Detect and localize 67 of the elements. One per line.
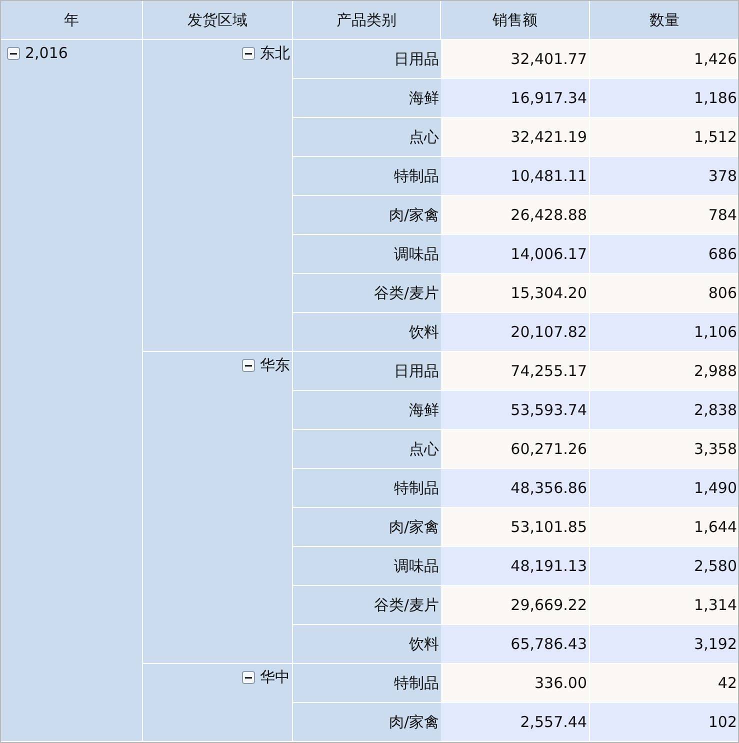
table-cell: 1,106 <box>590 313 738 352</box>
category-cell: 肉/家禽 <box>293 508 441 547</box>
table-cell: 48,191.13 <box>441 547 590 586</box>
table-cell: 1,644 <box>590 508 738 547</box>
table-cell: 1,186 <box>590 79 738 118</box>
table-cell: 16,917.34 <box>441 79 590 118</box>
category-cell: 特制品 <box>293 469 441 508</box>
collapse-icon[interactable] <box>242 671 255 684</box>
table-cell: 336.00 <box>441 664 590 703</box>
column-header[interactable]: 发货区域 <box>143 1 293 40</box>
category-cell: 谷类/麦片 <box>293 586 441 625</box>
region-label: 华东 <box>260 356 290 375</box>
table-cell: 15,304.20 <box>441 274 590 313</box>
category-cell: 肉/家禽 <box>293 196 441 235</box>
table-cell: 806 <box>590 274 738 313</box>
table-cell: 3,192 <box>590 625 738 664</box>
table-cell: 32,421.19 <box>441 118 590 157</box>
table-cell: 65,786.43 <box>441 625 590 664</box>
table-cell: 378 <box>590 157 738 196</box>
table-cell: 2,557.44 <box>441 703 590 742</box>
table-cell: 32,401.77 <box>441 40 590 79</box>
table-cell: 74,255.17 <box>441 352 590 391</box>
table-cell: 1,314 <box>590 586 738 625</box>
category-cell: 日用品 <box>293 40 441 79</box>
table-cell: 1,426 <box>590 40 738 79</box>
category-cell: 谷类/麦片 <box>293 274 441 313</box>
category-cell: 饮料 <box>293 625 441 664</box>
year-label: 2,016 <box>25 44 68 62</box>
table-cell: 53,101.85 <box>441 508 590 547</box>
table-cell: 102 <box>590 703 738 742</box>
table-cell: 29,669.22 <box>441 586 590 625</box>
category-cell: 特制品 <box>293 664 441 703</box>
region-label: 华中 <box>260 668 290 687</box>
collapse-icon[interactable] <box>242 359 255 372</box>
table-cell: 2,580 <box>590 547 738 586</box>
category-cell: 点心 <box>293 430 441 469</box>
category-cell: 饮料 <box>293 313 441 352</box>
table-cell: 42 <box>590 664 738 703</box>
table-cell: 1,490 <box>590 469 738 508</box>
table-cell: 2,838 <box>590 391 738 430</box>
category-cell: 特制品 <box>293 157 441 196</box>
collapse-icon[interactable] <box>242 47 255 60</box>
table-cell: 60,271.26 <box>441 430 590 469</box>
category-cell: 海鲜 <box>293 391 441 430</box>
table-cell: 2,988 <box>590 352 738 391</box>
table-cell: 1,512 <box>590 118 738 157</box>
category-cell: 日用品 <box>293 352 441 391</box>
table-cell: 48,356.86 <box>441 469 590 508</box>
column-header[interactable]: 销售额 <box>441 1 590 40</box>
table-cell: 784 <box>590 196 738 235</box>
table-cell: 20,107.82 <box>441 313 590 352</box>
table-cell: 53,593.74 <box>441 391 590 430</box>
category-cell: 海鲜 <box>293 79 441 118</box>
column-header[interactable]: 年 <box>1 1 143 40</box>
category-cell: 调味品 <box>293 547 441 586</box>
table-cell: 3,358 <box>590 430 738 469</box>
category-cell: 调味品 <box>293 235 441 274</box>
column-header[interactable]: 数量 <box>590 1 738 40</box>
collapse-icon[interactable] <box>7 46 20 60</box>
table-cell: 686 <box>590 235 738 274</box>
table-cell: 14,006.17 <box>441 235 590 274</box>
category-cell: 点心 <box>293 118 441 157</box>
category-cell: 肉/家禽 <box>293 703 441 742</box>
table-cell: 26,428.88 <box>441 196 590 235</box>
region-label: 东北 <box>260 44 290 63</box>
column-header[interactable]: 产品类别 <box>293 1 441 40</box>
table-cell: 10,481.11 <box>441 157 590 196</box>
